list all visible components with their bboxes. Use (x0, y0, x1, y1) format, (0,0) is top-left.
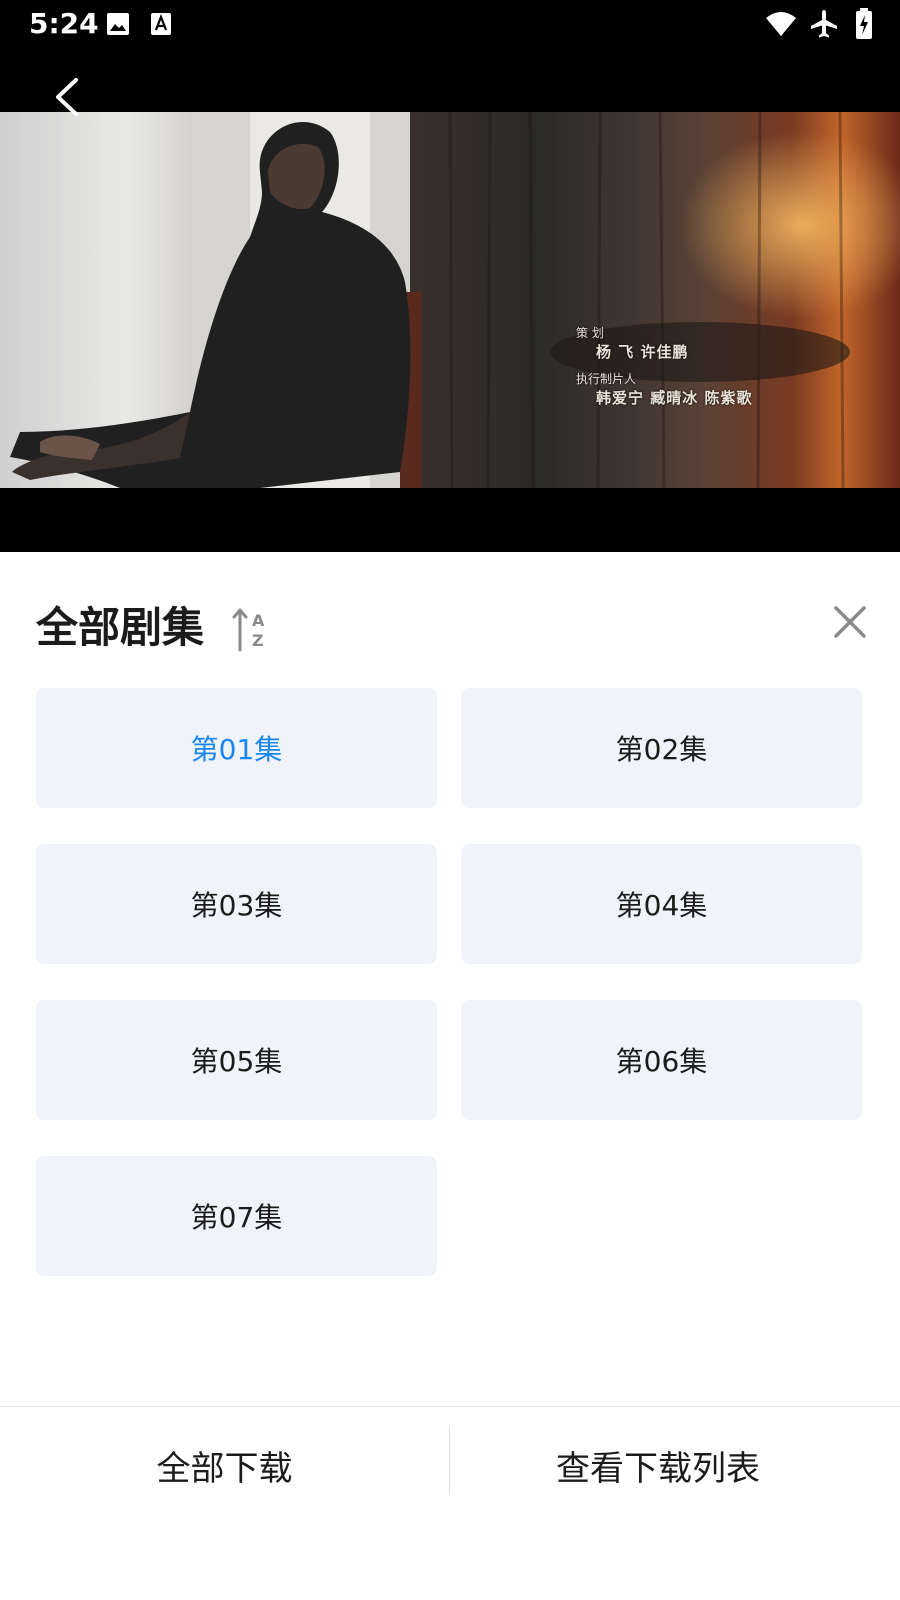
episode-button-05[interactable]: 第05集 (36, 1000, 437, 1120)
episode-button-01[interactable]: 第01集 (36, 688, 437, 808)
episode-button-06[interactable]: 第06集 (461, 1000, 862, 1120)
sort-az-icon[interactable]: A Z (228, 604, 278, 654)
text-a-icon (151, 13, 171, 35)
view-download-list-button[interactable]: 查看下载列表 (450, 1410, 866, 1520)
download-all-button[interactable]: 全部下载 (0, 1410, 449, 1520)
panel-title: 全部剧集 (36, 603, 205, 652)
episode-button-04[interactable]: 第04集 (461, 844, 862, 964)
airplane-icon (811, 10, 837, 38)
chevron-left-icon[interactable] (44, 72, 94, 122)
bottom-divider (0, 1406, 900, 1407)
credit-names: 杨 飞 许佳鹏 (596, 343, 689, 361)
status-time: 5:24 (29, 7, 99, 40)
wifi-icon (766, 12, 796, 36)
close-icon[interactable] (828, 600, 872, 644)
episode-button-07[interactable]: 第07集 (36, 1156, 437, 1276)
status-bar: 5:24 (0, 0, 900, 50)
video-credits: 策 划 杨 飞 许佳鹏 执行制片人 韩爱宁 臧晴冰 陈紫歌 (576, 324, 752, 408)
episode-button-03[interactable]: 第03集 (36, 844, 437, 964)
video-scene-image (0, 112, 900, 488)
credit-role: 执行制片人 (576, 372, 637, 386)
episode-button-02[interactable]: 第02集 (461, 688, 862, 808)
image-icon (107, 13, 129, 35)
svg-text:Z: Z (252, 631, 264, 650)
svg-text:A: A (252, 611, 265, 630)
credit-role: 策 划 (576, 326, 604, 340)
credit-names: 韩爱宁 臧晴冰 陈紫歌 (596, 389, 753, 407)
video-player[interactable]: 策 划 杨 飞 许佳鹏 执行制片人 韩爱宁 臧晴冰 陈紫歌 (0, 50, 900, 552)
battery-charging-icon (856, 8, 872, 39)
video-frame[interactable]: 策 划 杨 飞 许佳鹏 执行制片人 韩爱宁 臧晴冰 陈紫歌 (0, 112, 900, 488)
